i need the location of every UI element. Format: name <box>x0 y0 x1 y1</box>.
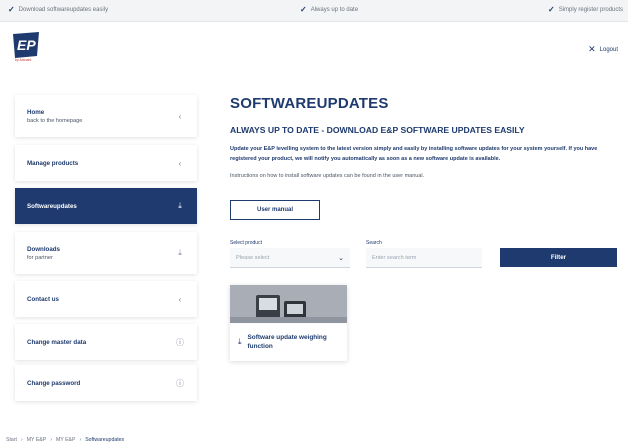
sidebar-item-label: Change password <box>27 379 81 387</box>
breadcrumb-item[interactable]: MY E&P <box>27 437 47 443</box>
sidebar-item-label: Manage products <box>27 159 79 167</box>
user-manual-button[interactable]: User manual <box>230 200 320 220</box>
sidebar-item-label: Downloads <box>27 245 61 253</box>
breadcrumb-separator: › <box>20 437 23 443</box>
topbar-item-label: Always up to date <box>310 6 359 13</box>
ep-logo-icon: EP by Actuant <box>13 32 39 62</box>
chevron-left-icon: ‹ <box>178 158 182 168</box>
topbar-item: ✓ Simply register products <box>548 5 623 14</box>
software-update-card[interactable]: ⤓ Software update weighing function <box>230 285 347 361</box>
breadcrumb-item[interactable]: Start <box>6 437 17 443</box>
product-image <box>230 285 347 325</box>
sidebar-item-change-password[interactable]: Change password ⓘ <box>15 365 197 401</box>
download-icon: ⤓ <box>178 201 182 210</box>
sidebar-item-change-master-data[interactable]: Change master data ⓘ <box>15 324 197 360</box>
filter-button[interactable]: Filter <box>500 248 617 267</box>
sidebar-item-contact-us[interactable]: Contact us ‹ <box>15 281 197 317</box>
breadcrumb-separator: › <box>79 437 82 443</box>
breadcrumb: Start › MY E&P › MY E&P › Softwareupdates <box>6 437 124 443</box>
chevron-left-icon: ‹ <box>178 111 182 121</box>
topbar-item-label: Download softwareupdates easily <box>18 6 109 13</box>
download-icon: ⤓ <box>238 337 242 346</box>
weighing-device-image <box>230 285 347 325</box>
svg-text:EP: EP <box>17 37 36 53</box>
close-icon: ✕ <box>588 44 596 54</box>
select-product-label: Select product <box>230 240 262 246</box>
sidebar-item-downloads[interactable]: Downloads for partner ⤓ <box>15 232 197 274</box>
search-placeholder: Enter search term <box>372 254 417 261</box>
topbar-item: ✓ Download softwareupdates easily <box>8 5 108 14</box>
sidebar-item-label: Home <box>27 108 45 116</box>
breadcrumb-separator: › <box>50 437 52 443</box>
search-label: Search <box>366 240 382 246</box>
logout-label: Logout <box>599 46 618 53</box>
info-icon: ⓘ <box>176 337 184 347</box>
brand-logo[interactable]: EP by Actuant <box>10 30 42 62</box>
card-body: ⤓ Software update weighing function <box>230 323 347 361</box>
sidebar-item-home[interactable]: Home back to the homepage ‹ <box>15 95 197 137</box>
check-icon: ✓ <box>300 5 307 14</box>
page-subtitle: ALWAYS UP TO DATE - DOWNLOAD E&P SOFTWAR… <box>230 125 525 135</box>
svg-text:by Actuant: by Actuant <box>15 58 31 62</box>
info-icon: ⓘ <box>176 378 184 388</box>
sidebar-item-sublabel: back to the homepage <box>27 117 83 124</box>
sidebar-item-label: Change master data <box>27 338 87 346</box>
sidebar-item-softwareupdates[interactable]: Softwareupdates ⤓ <box>15 188 197 224</box>
card-title: Software update weighing function <box>247 334 327 350</box>
logout-link[interactable]: ✕ Logout <box>588 44 618 55</box>
sidebar-item-sublabel: for partner <box>27 254 53 261</box>
sidebar-item-label: Softwareupdates <box>27 202 77 210</box>
breadcrumb-item[interactable]: MY E&P <box>56 437 76 443</box>
download-icon: ⤓ <box>178 248 182 257</box>
check-icon: ✓ <box>8 5 15 14</box>
topbar-item: ✓ Always up to date <box>300 5 358 14</box>
product-select[interactable]: Please select ⌄ <box>230 248 350 268</box>
search-input[interactable]: Enter search term <box>366 248 482 268</box>
check-icon: ✓ <box>548 5 555 14</box>
page-title: SOFTWAREUPDATES <box>230 95 389 112</box>
top-info-bar: ✓ Download softwareupdates easily ✓ Alwa… <box>0 0 628 22</box>
sidebar-item-manage-products[interactable]: Manage products ‹ <box>15 145 197 181</box>
product-select-value: Please select <box>236 254 270 261</box>
breadcrumb-current: Softwareupdates <box>85 437 125 443</box>
chevron-down-icon: ⌄ <box>338 254 344 262</box>
intro-text: Update your E&P levelling system to the … <box>230 146 598 162</box>
sidebar-item-label: Contact us <box>27 295 59 303</box>
instructions-text: Instructions on how to install software … <box>230 173 425 179</box>
chevron-left-icon: ‹ <box>178 294 182 304</box>
topbar-item-label: Simply register products <box>558 6 624 13</box>
